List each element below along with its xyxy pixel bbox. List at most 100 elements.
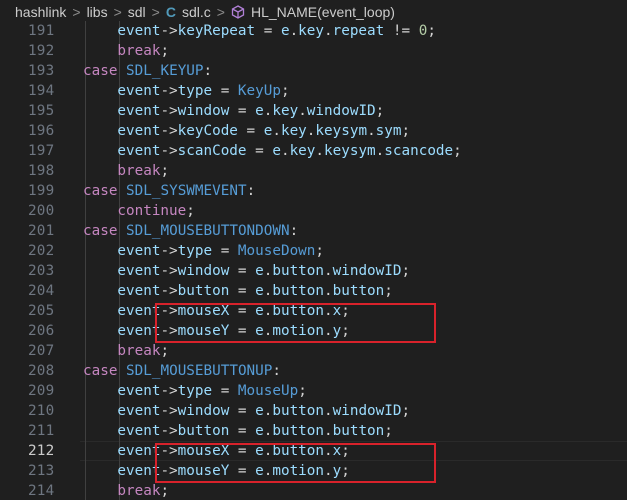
code-token: ;	[280, 83, 290, 99]
code-token: MouseUp	[237, 383, 299, 399]
code-token: e	[272, 143, 281, 159]
code-token: ;	[298, 383, 307, 399]
code-token: event	[117, 323, 161, 339]
code-text: break;	[117, 161, 169, 181]
code-line[interactable]: 207 break;	[0, 341, 627, 361]
line-number: 207	[28, 343, 55, 359]
code-token: ;	[401, 123, 411, 139]
code-line[interactable]: 199 case SDL_SYSWMEVENT:	[0, 181, 627, 201]
code-token: key	[289, 143, 316, 159]
line-number: 210	[28, 403, 55, 419]
code-token: =	[246, 143, 273, 159]
code-token: ->	[160, 263, 178, 279]
code-text: event->keyRepeat = e.key.repeat != 0;	[117, 21, 436, 41]
line-number: 201	[28, 223, 55, 239]
code-line[interactable]: 191 event->keyRepeat = e.key.repeat != 0;	[0, 21, 627, 41]
code-token: ;	[453, 143, 462, 159]
code-token: continue	[117, 203, 187, 219]
code-line[interactable]: 202 event->type = MouseDown;	[0, 241, 627, 261]
code-token: e	[255, 263, 264, 279]
breadcrumb-item-sdl[interactable]: sdl	[128, 4, 146, 20]
code-token: event	[117, 263, 161, 279]
code-token: button	[177, 423, 230, 439]
code-line[interactable]: 198 break;	[0, 161, 627, 181]
code-token: key	[272, 103, 299, 119]
breadcrumb-item-function[interactable]: HL_NAME(event_loop)	[251, 4, 395, 20]
code-token: ->	[160, 83, 178, 99]
code-line[interactable]: 203 event->window = e.button.windowID;	[0, 261, 627, 281]
code-token: event	[117, 143, 161, 159]
code-line[interactable]: 201 case SDL_MOUSEBUTTONDOWN:	[0, 221, 627, 241]
line-number: 214	[28, 483, 55, 499]
code-line[interactable]: 196 event->keyCode = e.key.keysym.sym;	[0, 121, 627, 141]
breadcrumb-item-hashlink[interactable]: hashlink	[15, 4, 66, 20]
function-cube-icon	[231, 5, 245, 19]
code-token: event	[117, 243, 161, 259]
code-token: break	[117, 163, 161, 179]
highlight-box	[155, 303, 436, 343]
code-token: ;	[401, 263, 411, 279]
breadcrumb-separator: >	[113, 4, 122, 20]
code-line[interactable]: 197 event->scanCode = e.key.keysym.scanco…	[0, 141, 627, 161]
code-editor[interactable]: 191 event->keyRepeat = e.key.repeat != 0;…	[0, 21, 627, 500]
code-token: .	[280, 143, 290, 159]
code-token: =	[229, 403, 256, 419]
code-text: continue;	[117, 201, 194, 221]
code-line[interactable]: 209 event->type = MouseUp;	[0, 381, 627, 401]
code-token: ->	[160, 103, 178, 119]
code-text: event->keyCode = e.key.keysym.sym;	[117, 121, 410, 141]
code-token: =	[212, 383, 238, 399]
code-token: keysym	[315, 123, 368, 139]
code-token: window	[177, 103, 230, 119]
code-token: ;	[384, 423, 393, 439]
code-token: type	[177, 83, 213, 99]
code-line[interactable]: 210 event->window = e.button.windowID;	[0, 401, 627, 421]
code-line[interactable]: 211 event->button = e.button.button;	[0, 421, 627, 441]
code-text: break;	[117, 41, 169, 61]
code-text: event->window = e.key.windowID;	[117, 101, 384, 121]
breadcrumb-item-file[interactable]: sdl.c	[182, 4, 211, 20]
code-token: button	[272, 423, 325, 439]
code-token: e	[255, 103, 264, 119]
line-number: 198	[28, 163, 55, 179]
code-line[interactable]: 204 event->button = e.button.button;	[0, 281, 627, 301]
code-line[interactable]: 192 break;	[0, 41, 627, 61]
code-token: case	[83, 183, 118, 199]
code-token: event	[117, 423, 161, 439]
code-token: event	[117, 123, 161, 139]
code-line[interactable]: 195 event->window = e.key.windowID;	[0, 101, 627, 121]
code-token: !=	[384, 23, 419, 39]
code-token: window	[177, 263, 230, 279]
line-number: 200	[28, 203, 55, 219]
code-token: :	[246, 183, 256, 199]
line-number: 204	[28, 283, 55, 299]
code-token: break	[117, 43, 161, 59]
code-token: ->	[160, 283, 178, 299]
code-token: SDL_MOUSEBUTTONDOWN	[126, 223, 290, 239]
code-token: =	[229, 103, 256, 119]
code-token: .	[289, 23, 299, 39]
line-number: 205	[28, 303, 55, 319]
code-line[interactable]: 214 break;	[0, 481, 627, 500]
line-number: 192	[28, 43, 55, 59]
c-file-icon: C	[165, 4, 176, 20]
code-token: .	[324, 263, 333, 279]
code-token: button	[272, 263, 325, 279]
code-token: ;	[160, 43, 170, 59]
code-line[interactable]: 208 case SDL_MOUSEBUTTONUP:	[0, 361, 627, 381]
code-token: window	[177, 403, 230, 419]
breadcrumb-item-libs[interactable]: libs	[87, 4, 108, 20]
code-line[interactable]: 193 case SDL_KEYUP:	[0, 61, 627, 81]
code-token: ;	[160, 483, 170, 499]
line-number: 191	[28, 23, 55, 39]
code-token: event	[117, 463, 161, 479]
code-token: ->	[160, 143, 178, 159]
code-token: ->	[160, 383, 178, 399]
code-line[interactable]: 200 continue;	[0, 201, 627, 221]
code-token: scanCode	[177, 143, 247, 159]
line-number: 206	[28, 323, 55, 339]
code-token: ;	[384, 283, 393, 299]
code-line[interactable]: 194 event->type = KeyUp;	[0, 81, 627, 101]
